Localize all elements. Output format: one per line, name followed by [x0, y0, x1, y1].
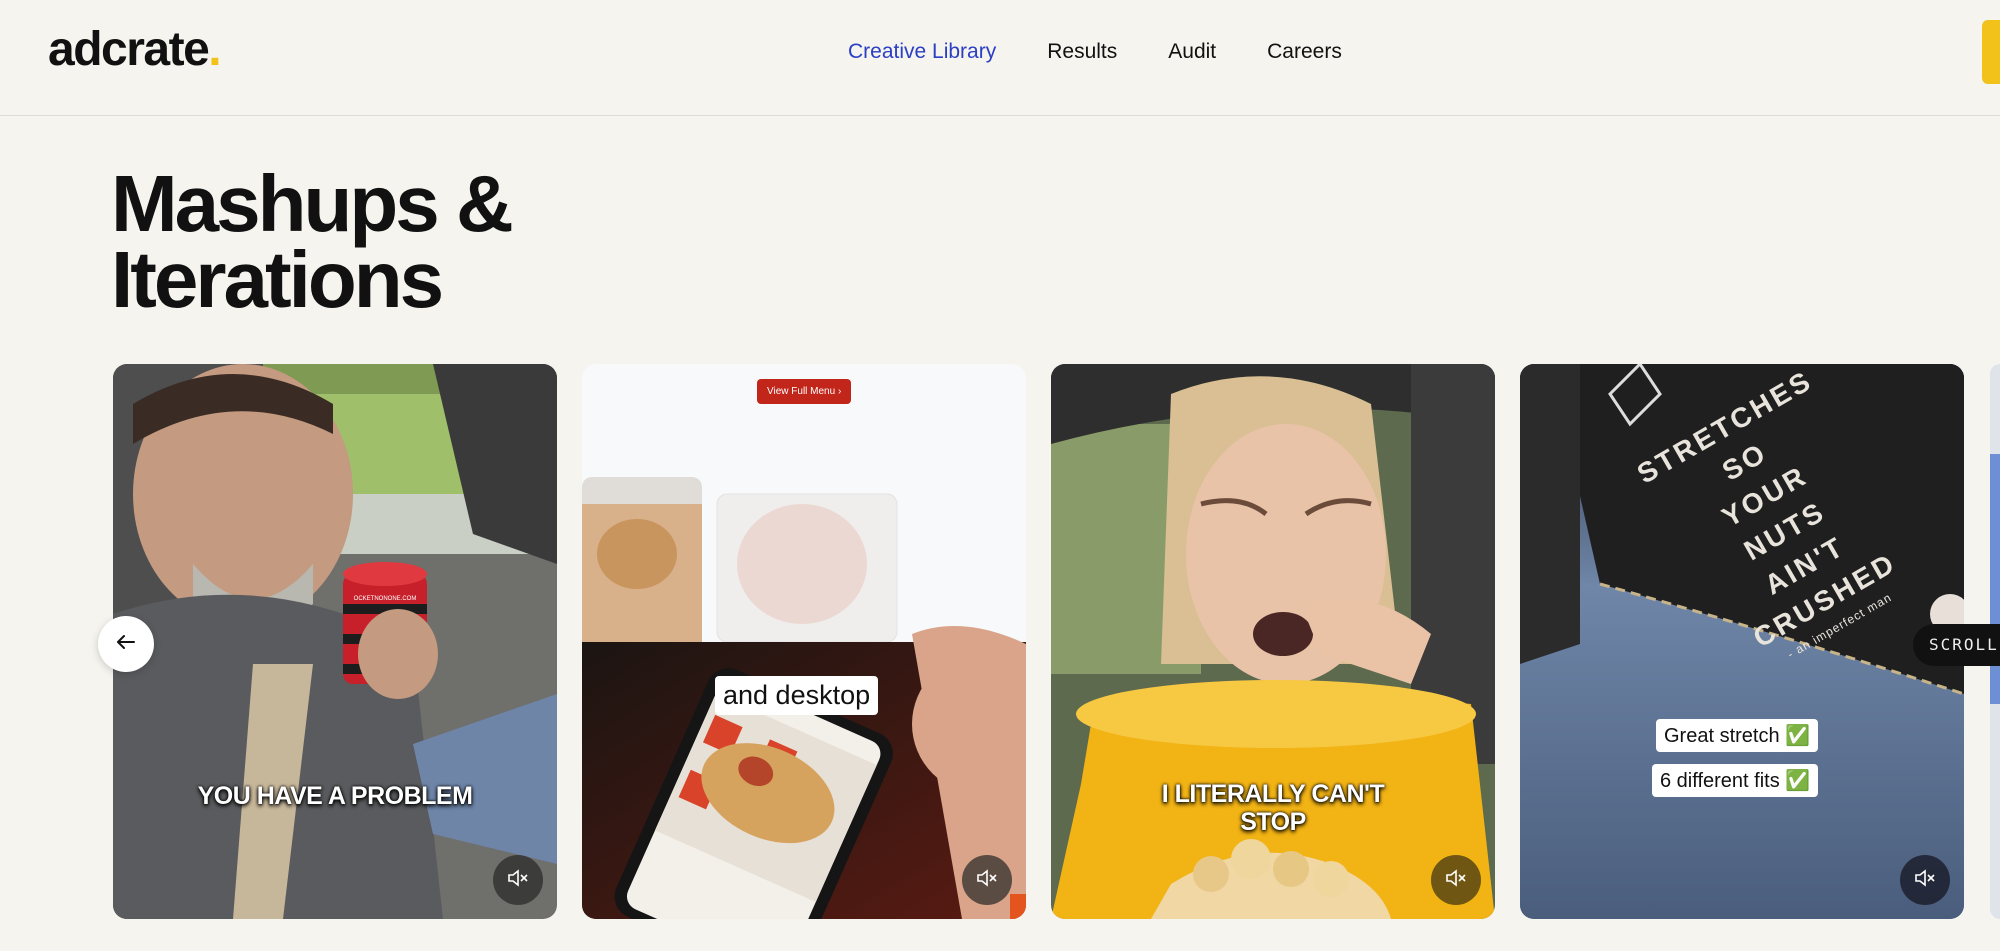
volume-mute-icon: [1914, 868, 1936, 892]
header-cta-button[interactable]: [1982, 20, 2000, 84]
video-thumbnail-phone-menu: [582, 364, 1026, 919]
main-nav: Creative Library Results Audit Careers: [848, 40, 1393, 64]
video-caption-1: Great stretch ✅: [1656, 719, 1819, 752]
logo[interactable]: adcrate.: [48, 22, 222, 77]
video-card-1[interactable]: OCKETNONONE.COM YOU HAVE A PROBLEM: [113, 364, 557, 919]
view-full-menu-button[interactable]: View Full Menu ›: [757, 379, 852, 404]
video-caption: and desktop: [715, 676, 879, 715]
video-card-3[interactable]: I LITERALLY CAN'T STOP: [1051, 364, 1495, 919]
video-caption: YOU HAVE A PROBLEM: [197, 782, 473, 810]
peek-band: [1990, 454, 2000, 704]
video-thumbnail-man-in-car: OCKETNONONE.COM: [113, 364, 557, 919]
logo-dot: .: [208, 23, 221, 76]
video-card-2[interactable]: View Full Menu › and desktop: [582, 364, 1026, 919]
logo-text: adcrate: [48, 23, 210, 76]
volume-mute-icon: [507, 868, 529, 892]
nav-careers[interactable]: Careers: [1267, 40, 1342, 64]
mute-toggle-button[interactable]: [962, 855, 1012, 905]
video-card-4[interactable]: STRETCHES SO YOUR NUTS AIN'T CRUSHED - a…: [1520, 364, 1964, 919]
arrow-left-icon: [116, 634, 136, 655]
caption-line-1: I LITERALLY CAN'T: [1161, 780, 1385, 808]
mute-toggle-button[interactable]: [1900, 855, 1950, 905]
nav-results[interactable]: Results: [1047, 40, 1117, 64]
mute-toggle-button[interactable]: [493, 855, 543, 905]
volume-mute-icon: [976, 868, 998, 892]
product-label: OCKETNONONE.COM: [354, 596, 417, 602]
nav-audit[interactable]: Audit: [1168, 40, 1216, 64]
video-carousel: OCKETNONONE.COM YOU HAVE A PROBLEM View …: [0, 364, 2000, 920]
mute-toggle-button[interactable]: [1431, 855, 1481, 905]
nav-creative-library[interactable]: Creative Library: [848, 40, 996, 64]
view-full-menu-label: View Full Menu: [767, 386, 836, 397]
video-caption: I LITERALLY CAN'T STOP: [1051, 780, 1495, 836]
section-title-line-2: Iterations: [111, 235, 444, 324]
scroll-indicator: SCROLL: [1913, 624, 2000, 666]
caption-line-2: STOP: [1240, 808, 1306, 836]
carousel-prev-button[interactable]: [98, 616, 154, 672]
volume-mute-icon: [1445, 868, 1467, 892]
site-header: adcrate. Creative Library Results Audit …: [0, 0, 2000, 116]
video-caption-2: 6 different fits ✅: [1652, 764, 1819, 797]
section-title: Mashups & Iterations: [111, 164, 711, 320]
